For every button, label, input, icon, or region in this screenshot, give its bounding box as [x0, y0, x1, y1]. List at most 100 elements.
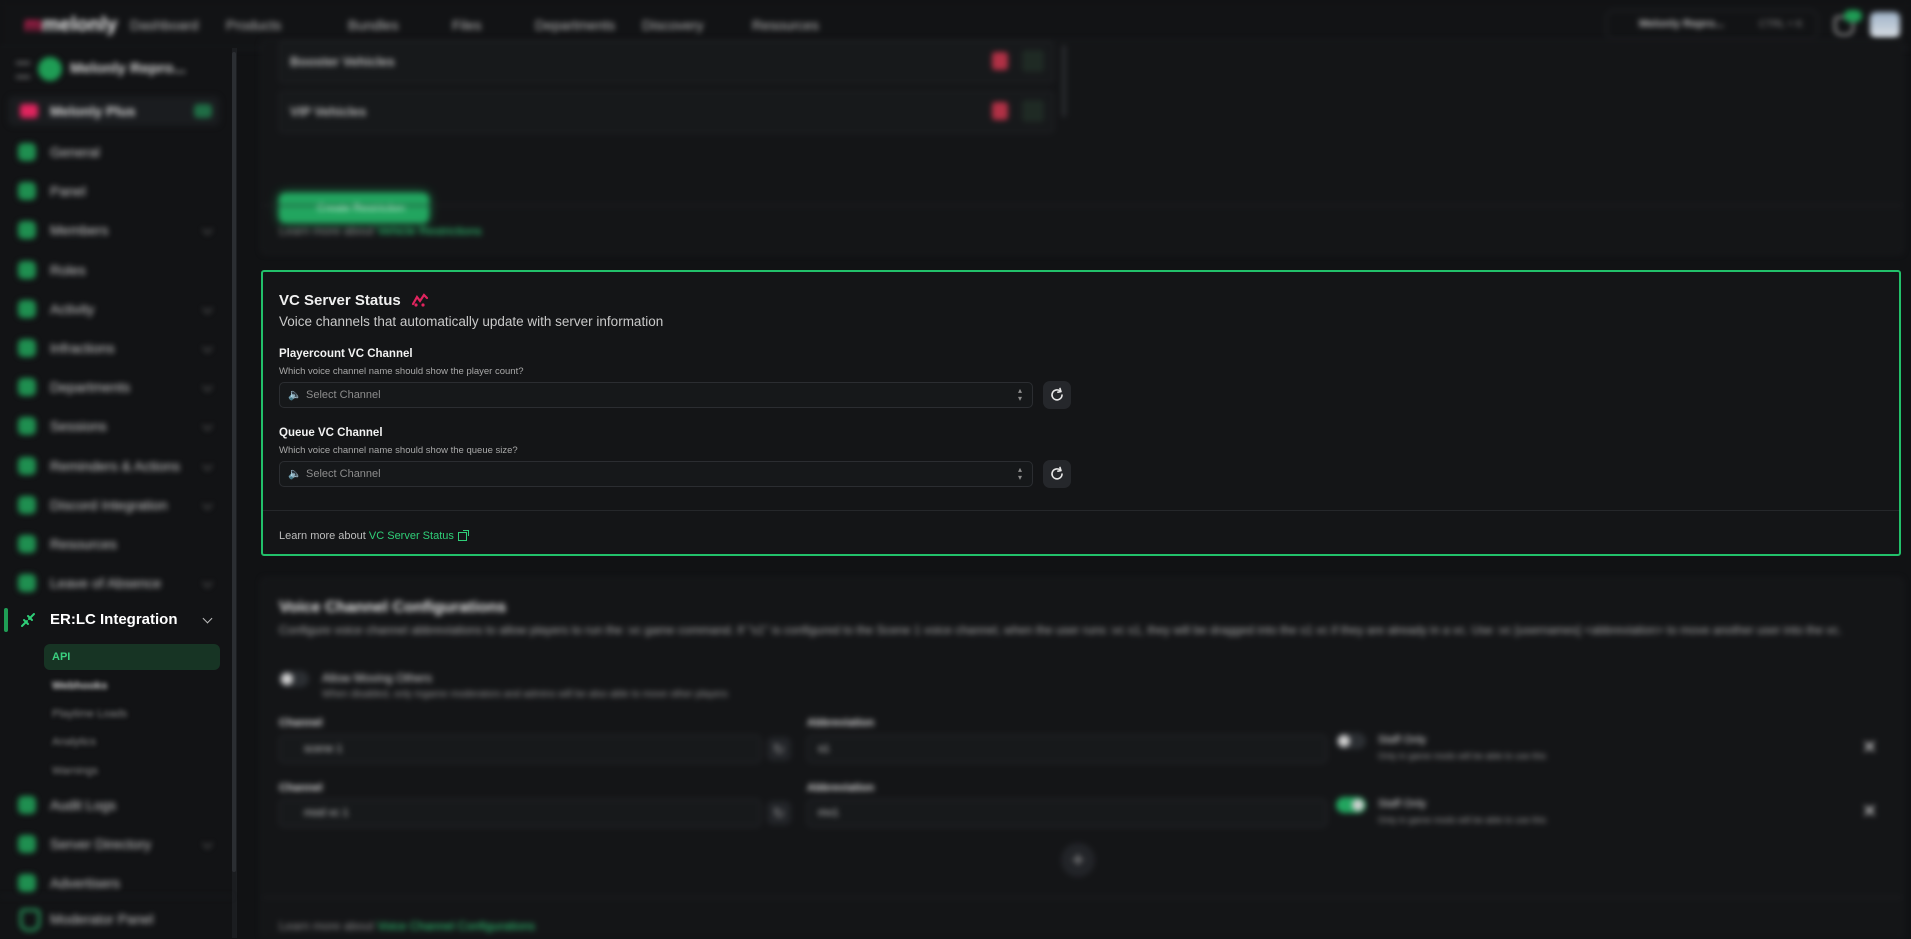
sidebar-item[interactable]: Roles: [18, 258, 218, 282]
playercount-channel-select[interactable]: 🔈 Select Channel ▴ ▾: [279, 382, 1033, 408]
sidebar-subitem-playtime[interactable]: Playtime Loads: [52, 708, 127, 720]
nav-dashboard[interactable]: Dashboard: [130, 17, 199, 33]
sidebar-item-label: Resources: [50, 536, 117, 552]
channel-label: Channel: [279, 782, 323, 794]
card-divider: [262, 205, 1902, 206]
abbreviation-label: Abbreviation: [807, 782, 875, 794]
chevron-down-icon: [202, 342, 213, 353]
restriction-name: VIP Vehicles: [290, 104, 367, 119]
sidebar-item-label: General: [50, 144, 100, 160]
voice-channel-config-card: Voice Channel Configurations Configure v…: [261, 578, 1903, 939]
add-channel-button[interactable]: +: [1061, 843, 1095, 877]
rocket-icon[interactable]: [1022, 50, 1044, 72]
sidebar-item-icon: [18, 535, 36, 553]
sidebar-item-label: Infractions: [50, 340, 115, 356]
sidebar-item-icon: [18, 835, 36, 853]
sidebar-item[interactable]: General: [18, 140, 218, 164]
sidebar-subitem-webhooks[interactable]: Webhooks: [52, 680, 107, 692]
staff-only-label: Staff Only: [1378, 798, 1427, 810]
queue-label: Queue VC Channel: [279, 427, 383, 439]
sidebar-item-label: Leave of Absence: [50, 575, 162, 592]
sidebar-item[interactable]: Leave of Absence: [18, 571, 218, 595]
abbreviation-value: mv1: [818, 807, 839, 819]
card-subtitle: Voice channels that automatically update…: [279, 314, 664, 329]
sidebar-item[interactable]: Infractions: [18, 336, 218, 360]
abbreviation-input[interactable]: s1: [807, 735, 1327, 763]
allow-moving-label: Allow Moving Others: [322, 671, 433, 685]
sidebar-footer: Moderator Panel: [0, 896, 232, 939]
card-description: Configure voice channel abbreviations to…: [279, 623, 1842, 637]
chevron-down-icon: [202, 613, 213, 624]
abbreviation-input[interactable]: mv1: [807, 799, 1327, 827]
sidebar-subitem-api[interactable]: API: [44, 644, 220, 670]
vc-server-status-link[interactable]: VC Server Status: [369, 530, 454, 542]
sidebar-item-melonly-plus[interactable]: Melonly Plus: [8, 96, 220, 126]
server-icon: [38, 57, 62, 81]
close-icon[interactable]: ✕: [1862, 737, 1877, 758]
select-placeholder: Select Channel: [306, 389, 381, 401]
sidebar-item[interactable]: Panel: [18, 179, 218, 203]
queue-refresh-button[interactable]: [1043, 460, 1071, 488]
create-restriction-button[interactable]: Create Restriction: [279, 193, 429, 223]
melonly-logo[interactable]: mmelonly: [24, 14, 117, 37]
restriction-row: Booster Vehicles: [279, 41, 1054, 83]
sidebar-item[interactable]: Departments: [18, 375, 218, 399]
nav-files[interactable]: Files: [452, 17, 482, 33]
rocket-icon[interactable]: [1022, 100, 1044, 122]
moderator-panel-link[interactable]: Moderator Panel: [50, 911, 154, 927]
close-icon[interactable]: ✕: [1862, 801, 1877, 822]
refresh-icon[interactable]: ↻: [767, 737, 791, 761]
channel-value: scene 1: [304, 743, 343, 755]
staff-only-toggle[interactable]: [1336, 733, 1366, 749]
trash-icon[interactable]: [992, 102, 1008, 120]
sidebar-item[interactable]: Resources: [18, 532, 218, 556]
sidebar-item-label: Panel: [50, 183, 86, 200]
external-link-icon: [457, 529, 469, 541]
chevron-down-icon: [202, 577, 213, 588]
chevron-down-icon: [202, 381, 213, 392]
sidebar-item[interactable]: Reminders & Actions: [18, 454, 218, 478]
sidebar-item[interactable]: Members: [18, 218, 218, 242]
refresh-icon[interactable]: ↻: [767, 801, 791, 825]
nav-departments[interactable]: Departments: [535, 17, 615, 33]
sidebar-subitem-warnings[interactable]: Warnings: [52, 765, 98, 777]
channel-select[interactable]: scene 1: [279, 735, 761, 763]
sidebar-item-label: Server Directory: [50, 836, 152, 852]
staff-only-toggle[interactable]: [1336, 797, 1366, 813]
refresh-icon: [1051, 387, 1063, 401]
sidebar-item[interactable]: Sessions: [18, 414, 218, 438]
nav-bundles[interactable]: Bundles: [348, 17, 399, 33]
channel-label: Channel: [279, 717, 323, 729]
sidebar-item[interactable]: Discord Integration: [18, 493, 218, 517]
sidebar-scroll-thumb[interactable]: [232, 52, 236, 872]
allow-moving-toggle[interactable]: [279, 671, 309, 687]
sidebar-item-erlc-integration[interactable]: ER:LC Integration: [18, 608, 218, 632]
sidebar-item[interactable]: Advertisers: [18, 871, 218, 895]
server-name: Melonly Repro...: [70, 60, 186, 77]
melonly-plus-icon: [411, 292, 429, 308]
server-search[interactable]: Melonly Repro... CTRL + K: [1606, 10, 1818, 40]
nav-discovery[interactable]: Discovery: [642, 17, 703, 33]
nav-products[interactable]: Products: [226, 17, 281, 33]
channel-select[interactable]: mod vc 1: [279, 799, 761, 827]
server-switcher[interactable]: Melonly Repro...: [16, 54, 216, 84]
sidebar-item[interactable]: Activity: [18, 297, 218, 321]
menu-icon[interactable]: [16, 62, 30, 78]
voice-channel-config-link[interactable]: Voice Channel Configurations: [377, 919, 535, 933]
sidebar-item-label: ER:LC Integration: [50, 611, 178, 628]
sidebar-item-label: Roles: [50, 261, 86, 278]
vehicle-restrictions-link[interactable]: Vehicle Restrictions: [377, 224, 482, 238]
sidebar-subitem-analytics[interactable]: Analytics: [52, 736, 96, 748]
list-scrollbar[interactable]: [1062, 45, 1066, 117]
allow-moving-help: When disabled, only ingame moderators an…: [322, 689, 728, 700]
nav-resources[interactable]: Resources: [752, 17, 819, 33]
avatar[interactable]: [1870, 12, 1900, 38]
chevron-down-icon: [202, 420, 213, 431]
sidebar-item-label: Members: [50, 222, 109, 239]
queue-channel-select[interactable]: 🔈 Select Channel ▴ ▾: [279, 461, 1033, 487]
chevron-down-icon: [202, 303, 213, 314]
trash-icon[interactable]: [992, 52, 1008, 70]
sidebar-item[interactable]: Server Directory: [18, 832, 218, 856]
playercount-refresh-button[interactable]: [1043, 381, 1071, 409]
sidebar-item[interactable]: Audit Logs: [18, 793, 218, 817]
